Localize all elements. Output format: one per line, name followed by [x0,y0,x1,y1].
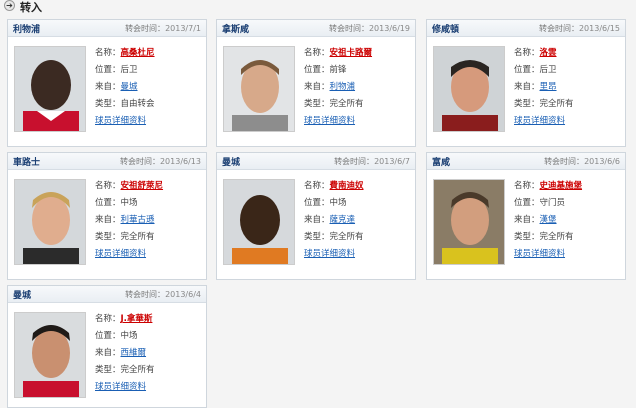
player-info: 名称：安祖舒萊尼 位置：中场 来自：利華古遜 类型：完全所有 球员详细资料 [95,181,164,259]
club-name: 富咸 [432,158,451,168]
card-header: 曼城 转会时间：2013/6/7 [217,153,415,170]
player-details-link[interactable]: 球员详细资料 [95,382,146,392]
player-info: 名称：高桑杜尼 位置：后卫 来自：曼城 类型：自由转会 球员详细资料 [95,48,155,126]
player-details-link[interactable]: 球员详细资料 [514,249,565,259]
from-club-link[interactable]: 薩克達 [330,215,356,225]
transfer-type: 完全所有 [539,232,574,242]
transfer-card: 修咸頓 转会时间：2013/6/15 名称：洛雲 位置：后卫 来自：里昂 类型：… [426,19,626,147]
from-club-link[interactable]: 利物浦 [330,82,356,92]
transfer-card: 富咸 转会时间：2013/6/6 名称：史迪基施堡 位置：守门员 来自：漢堡 类… [426,152,626,280]
card-header: 修咸頓 转会时间：2013/6/15 [427,20,625,37]
card-header: 利物浦 转会时间：2013/7/1 [8,20,206,37]
club-name: 曼城 [222,158,241,168]
player-photo[interactable] [14,312,86,398]
transfer-type: 自由转会 [120,99,155,109]
from-club-link[interactable]: 西維爾 [121,348,147,358]
player-info: 名称：洛雲 位置：后卫 来自：里昂 类型：完全所有 球员详细资料 [514,48,574,126]
player-details-link[interactable]: 球员详细资料 [514,116,565,126]
transfer-date: 转会时间：2013/6/6 [544,157,620,166]
card-header: 富咸 转会时间：2013/6/6 [427,153,625,170]
player-photo[interactable] [433,46,505,132]
transfer-date: 转会时间：2013/6/4 [125,290,201,299]
transfer-type: 完全所有 [120,232,155,242]
transfer-card: 車路士 转会时间：2013/6/13 名称：安祖舒萊尼 位置：中场 来自：利華古… [7,152,207,280]
transfer-type: 完全所有 [120,365,155,375]
transfer-card: 拿斯咸 转会时间：2013/6/19 名称：安祖卡路爾 位置：前锋 来自：利物浦… [216,19,416,147]
player-position: 后卫 [120,65,138,75]
transfer-date: 转会时间：2013/6/7 [334,157,410,166]
arrow-right-circle-icon: ➔ [4,0,15,11]
from-club-link[interactable]: 利華古遜 [121,215,155,225]
transfer-card: 曼城 转会时间：2013/6/4 名称：J.拿華斯 位置：中场 来自：西維爾 类… [7,285,207,408]
player-details-link[interactable]: 球员详细资料 [304,116,355,126]
player-name-link[interactable]: 洛雲 [540,48,557,58]
transfer-date: 转会时间：2013/6/19 [328,24,410,33]
club-name: 修咸頓 [432,25,460,35]
player-name-link[interactable]: 安祖卡路爾 [330,48,373,58]
player-photo[interactable] [223,46,295,132]
club-name: 車路士 [13,158,41,168]
player-details-link[interactable]: 球员详细资料 [95,116,146,126]
player-photo[interactable] [14,46,86,132]
player-name-link[interactable]: 安祖舒萊尼 [121,181,164,191]
card-header: 曼城 转会时间：2013/6/4 [8,286,206,303]
player-name-link[interactable]: J.拿華斯 [121,314,153,324]
player-name-link[interactable]: 史迪基施堡 [540,181,583,191]
card-header: 拿斯咸 转会时间：2013/6/19 [217,20,415,37]
transfer-card: 曼城 转会时间：2013/6/7 名称：費南迪奴 位置：中场 来自：薩克達 类型… [216,152,416,280]
from-club-link[interactable]: 曼城 [121,82,138,92]
from-club-link[interactable]: 里昂 [540,82,557,92]
transfer-type: 完全所有 [329,99,364,109]
player-position: 中场 [120,331,138,341]
player-info: 名称：史迪基施堡 位置：守门员 来自：漢堡 类型：完全所有 球员详细资料 [514,181,583,259]
player-details-link[interactable]: 球员详细资料 [95,249,146,259]
player-photo[interactable] [223,179,295,265]
player-name-link[interactable]: 費南迪奴 [330,181,364,191]
player-info: 名称：費南迪奴 位置：中场 来自：薩克達 类型：完全所有 球员详细资料 [304,181,364,259]
player-info: 名称：J.拿華斯 位置：中场 来自：西維爾 类型：完全所有 球员详细资料 [95,314,155,392]
player-photo[interactable] [433,179,505,265]
player-position: 守门员 [539,198,566,208]
player-details-link[interactable]: 球员详细资料 [304,249,355,259]
player-position: 中场 [329,198,347,208]
club-name: 曼城 [13,291,32,301]
player-position: 后卫 [539,65,557,75]
section-title: 转入 [20,1,42,14]
player-position: 前锋 [329,65,347,75]
transfer-date: 转会时间：2013/6/13 [119,157,201,166]
transfers-in-header: ➔ 转入 [0,0,636,14]
transfer-type: 完全所有 [539,99,574,109]
from-club-link[interactable]: 漢堡 [540,215,557,225]
transfer-card: 利物浦 转会时间：2013/7/1 名称：高桑杜尼 位置：后卫 来自：曼城 类型… [7,19,207,147]
player-name-link[interactable]: 高桑杜尼 [121,48,155,58]
player-info: 名称：安祖卡路爾 位置：前锋 来自：利物浦 类型：完全所有 球员详细资料 [304,48,373,126]
player-photo[interactable] [14,179,86,265]
card-header: 車路士 转会时间：2013/6/13 [8,153,206,170]
player-position: 中场 [120,198,138,208]
transfer-date: 转会时间：2013/7/1 [125,24,201,33]
club-name: 拿斯咸 [222,25,250,35]
club-name: 利物浦 [13,25,41,35]
transfer-date: 转会时间：2013/6/15 [538,24,620,33]
transfer-type: 完全所有 [329,232,364,242]
